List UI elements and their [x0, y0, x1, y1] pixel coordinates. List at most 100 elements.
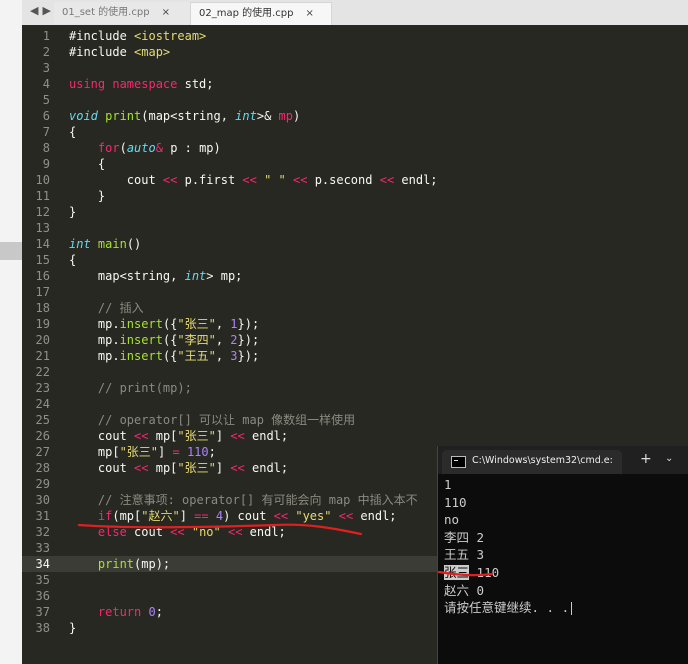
- code-token: for: [97, 141, 120, 155]
- code-line[interactable]: 21 mp.insert({"王五", 3});: [22, 348, 688, 364]
- code-line[interactable]: 25 // operator[] 可以让 map 像数组一样使用: [22, 412, 688, 428]
- code-line[interactable]: 2 #include <map>: [22, 44, 688, 60]
- code-text: cout << mp["张三"] << endl;: [69, 460, 288, 476]
- code-token: print: [97, 557, 135, 571]
- code-line[interactable]: 26 cout << mp["张三"] << endl;: [22, 428, 688, 444]
- code-token: ): [293, 109, 301, 123]
- code-token: ]: [158, 445, 173, 459]
- line-number: 9: [42, 157, 50, 171]
- code-line[interactable]: 9 {: [22, 156, 688, 172]
- code-text: // 注意事项: operator[] 有可能会向 map 中插入本不: [69, 492, 418, 508]
- code-token: {: [69, 253, 77, 267]
- line-number: 12: [35, 205, 50, 219]
- code-line[interactable]: 11 }: [22, 188, 688, 204]
- code-token: =: [172, 445, 187, 459]
- back-arrow-icon[interactable]: ◀: [30, 4, 42, 17]
- code-token: });: [237, 349, 260, 363]
- code-token: {: [69, 157, 106, 171]
- code-token: ({: [162, 317, 178, 331]
- code-token: void: [69, 109, 106, 123]
- code-line[interactable]: 23 // print(mp);: [22, 380, 688, 396]
- code-line[interactable]: 15 {: [22, 252, 688, 268]
- code-token: });: [237, 333, 260, 347]
- console-line: 王五 3: [444, 546, 484, 563]
- code-token: (): [126, 237, 142, 251]
- line-number: 34: [35, 557, 50, 571]
- console-window[interactable]: C:\Windows\system32\cmd.e: + ⌄ 1 110 no 李四 …: [437, 446, 688, 664]
- code-line[interactable]: 6 void print(map<string, int>& mp): [22, 108, 688, 124]
- code-token: " ": [264, 173, 293, 187]
- console-text: 请按任意键继续. . .: [444, 600, 570, 616]
- code-line[interactable]: 20 mp.insert({"李四", 2});: [22, 332, 688, 348]
- code-line[interactable]: 17: [22, 284, 688, 300]
- code-token: mp[: [155, 461, 178, 475]
- code-token: {: [69, 125, 77, 139]
- code-token: print: [105, 109, 142, 123]
- code-token: 0: [148, 605, 156, 619]
- line-number: 20: [35, 333, 50, 347]
- code-line[interactable]: 7{: [22, 124, 688, 140]
- code-line[interactable]: 14 int main(): [22, 236, 688, 252]
- console-line: no: [444, 511, 459, 528]
- console-line: 赵六 0: [444, 582, 484, 599]
- code-line[interactable]: 4 using namespace std;: [22, 76, 688, 92]
- code-token: ;: [155, 605, 163, 619]
- tab-bar: ◀▶ 01_set 的使用.cpp × 02_map 的使用.cpp ×: [22, 0, 688, 26]
- line-number: 3: [42, 61, 50, 75]
- code-text: // print(mp);: [69, 380, 192, 396]
- line-number: 2: [42, 45, 50, 59]
- code-token: cout: [69, 173, 163, 187]
- code-line[interactable]: 19 mp.insert({"张三", 1});: [22, 316, 688, 332]
- console-line: 请按任意键继续. . .: [444, 599, 573, 616]
- code-line[interactable]: 22: [22, 364, 688, 380]
- new-tab-plus-icon[interactable]: +: [640, 451, 652, 467]
- code-text: {: [69, 252, 76, 268]
- tab-01-set[interactable]: 01_set 的使用.cpp ×: [54, 2, 207, 24]
- line-number: 19: [35, 317, 50, 331]
- tab-02-map[interactable]: 02_map 的使用.cpp ×: [190, 2, 332, 25]
- line-number: 29: [35, 477, 50, 491]
- close-icon[interactable]: ×: [306, 8, 314, 19]
- close-icon[interactable]: ×: [162, 7, 170, 18]
- code-token: mp[: [69, 445, 120, 459]
- code-text: mp["张三"] = 110;: [69, 444, 216, 460]
- console-text: no: [444, 512, 460, 528]
- tab-label: 02_map 的使用.cpp: [199, 8, 294, 19]
- code-line[interactable]: 3: [22, 60, 688, 76]
- code-token: mp[: [155, 429, 178, 443]
- code-line[interactable]: 1 #include <iostream>: [22, 28, 688, 44]
- line-number: 16: [35, 269, 50, 283]
- line-number: 8: [42, 141, 50, 155]
- code-token: (: [119, 141, 127, 155]
- code-token: mp.: [69, 333, 120, 347]
- code-line[interactable]: 5: [22, 92, 688, 108]
- tab-nav-arrows[interactable]: ◀▶: [30, 4, 55, 17]
- code-text: }: [69, 620, 76, 636]
- code-token: <iostream>: [134, 29, 207, 43]
- code-token: std;: [184, 77, 214, 91]
- line-number: 15: [35, 253, 50, 267]
- code-line[interactable]: 16 map<string, int> mp;: [22, 268, 688, 284]
- code-token: ,: [215, 317, 231, 331]
- code-token: > mp;: [206, 269, 243, 283]
- code-token: <<: [134, 461, 156, 475]
- code-line[interactable]: 8 for(auto& p : mp): [22, 140, 688, 156]
- code-token: int: [235, 109, 257, 123]
- code-line[interactable]: 10 cout << p.first << " " << p.second <<…: [22, 172, 688, 188]
- code-line[interactable]: 13: [22, 220, 688, 236]
- code-line[interactable]: 18 // 插入: [22, 300, 688, 316]
- code-line[interactable]: 24: [22, 396, 688, 412]
- line-number: 4: [42, 77, 50, 91]
- code-text: return 0;: [69, 604, 163, 620]
- line-number: 18: [35, 301, 50, 315]
- line-number: 7: [42, 125, 50, 139]
- code-token: insert: [119, 349, 163, 363]
- code-token: }: [69, 621, 77, 635]
- line-number: 36: [35, 589, 50, 603]
- chevron-down-icon[interactable]: ⌄: [665, 453, 673, 464]
- code-token: 1: [230, 317, 238, 331]
- code-line[interactable]: 12}: [22, 204, 688, 220]
- code-token: ,: [215, 349, 231, 363]
- console-line: 李四 2: [444, 529, 484, 546]
- console-tab[interactable]: C:\Windows\system32\cmd.e:: [442, 450, 622, 474]
